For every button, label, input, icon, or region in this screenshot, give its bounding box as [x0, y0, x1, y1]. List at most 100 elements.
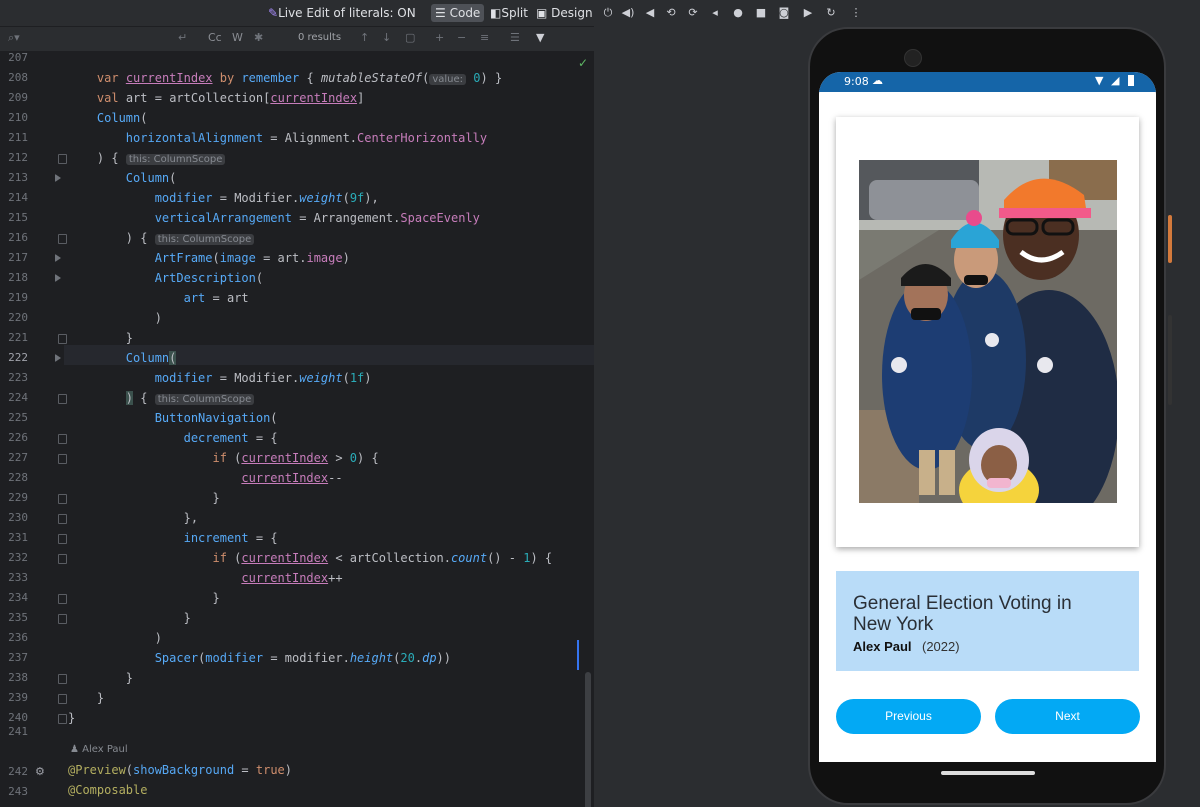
volume-up-icon[interactable]: ◀)	[620, 5, 636, 21]
next-button[interactable]: Next	[995, 699, 1140, 734]
fold-marker-icon[interactable]	[58, 694, 67, 704]
filter-icon[interactable]: ▼	[536, 31, 544, 44]
code-line-237: Spacer(modifier = modifier.height(20.dp)…	[154, 651, 451, 665]
code-line-219: art = art	[183, 291, 249, 305]
regex-newline-icon[interactable]: ↵	[178, 31, 187, 44]
home-icon[interactable]: ●	[730, 5, 746, 21]
add-selection-icon[interactable]: +	[435, 31, 444, 44]
fold-marker-icon[interactable]	[58, 234, 67, 244]
line-number: 208	[8, 71, 28, 84]
code-line-212: ) { this: ColumnScope	[68, 148, 226, 168]
match-case-toggle[interactable]: Cc	[208, 31, 222, 44]
code-view-button[interactable]: ☰ Code	[431, 4, 485, 22]
fold-marker-icon[interactable]	[58, 534, 67, 544]
art-year: (2022)	[922, 639, 960, 654]
select-all-icon[interactable]: ▢	[405, 31, 415, 44]
back-icon[interactable]: ◂	[707, 5, 723, 21]
home-indicator[interactable]	[941, 771, 1035, 775]
filter-options-icon[interactable]: ☰	[510, 31, 520, 44]
code-line-227: if (currentIndex > 0) {	[212, 451, 379, 465]
code-line-226: decrement = {	[183, 431, 278, 445]
code-line-221: }	[125, 331, 134, 345]
split-view-button[interactable]: ◧Split	[486, 4, 532, 22]
fold-marker-icon[interactable]	[58, 614, 67, 624]
fold-marker-icon[interactable]	[55, 354, 61, 362]
code-line-208: var currentIndex by remember { mutableSt…	[96, 71, 503, 85]
live-edit-icon: ✎	[268, 6, 279, 20]
line-number: 237	[8, 651, 28, 664]
previous-button[interactable]: Previous	[836, 699, 981, 734]
device-screen[interactable]: 9:08 ☁ ▼ ◢ General Election Voting in Ne…	[819, 72, 1156, 762]
code-line-236: )	[68, 631, 162, 645]
design-view-button[interactable]: ▣ Design	[532, 4, 597, 22]
top-toolbar: ✎Live Edit of literals: ON ☰ Code ◧Split…	[0, 0, 1200, 27]
line-number: 222	[8, 351, 28, 364]
rotate-right-icon[interactable]: ⟳	[685, 5, 701, 21]
line-number: 215	[8, 211, 28, 224]
line-number: 219	[8, 291, 28, 304]
code-line-238: }	[125, 671, 134, 685]
line-number: 236	[8, 631, 28, 644]
cloud-icon: ☁	[872, 74, 883, 87]
code-editor[interactable]: 207 208 209 210 211 212 213 214 215 216 217 218 219 2…	[0, 52, 594, 807]
status-bar: 9:08 ☁ ▼ ◢	[819, 72, 1156, 92]
fold-marker-icon[interactable]	[58, 454, 67, 464]
code-line-211: horizontalAlignment = Alignment.CenterHo…	[125, 131, 488, 145]
fold-marker-icon[interactable]	[58, 334, 67, 344]
volume-down-icon[interactable]: ◀	[642, 5, 658, 21]
editor-scrollbar[interactable]	[585, 672, 591, 807]
fold-marker-icon[interactable]	[58, 394, 67, 404]
overview-icon[interactable]: ■	[753, 5, 769, 21]
phone-volume-key[interactable]	[1168, 315, 1172, 405]
family-voting-photo	[859, 160, 1117, 503]
code-line-233: currentIndex++	[241, 571, 343, 585]
remove-selection-icon[interactable]: −	[457, 31, 466, 44]
regex-icon[interactable]: ✱	[254, 31, 263, 44]
fold-marker-icon[interactable]	[58, 434, 67, 444]
line-number: 217	[8, 251, 28, 264]
fold-marker-icon[interactable]	[58, 714, 67, 724]
preview-settings-gear-icon[interactable]: ⚙	[35, 765, 45, 778]
whole-word-toggle[interactable]: W	[232, 31, 243, 44]
line-number: 232	[8, 551, 28, 564]
code-line-214: modifier = Modifier.weight(9f),	[154, 191, 379, 205]
snapshot-icon[interactable]: ↻	[823, 5, 839, 21]
fold-marker-icon[interactable]	[58, 154, 67, 164]
fold-marker-icon[interactable]	[58, 674, 67, 684]
fold-marker-icon[interactable]	[55, 274, 61, 282]
rotate-left-icon[interactable]: ⟲	[663, 5, 679, 21]
line-number: 221	[8, 331, 28, 344]
screenshot-icon[interactable]: ◙	[776, 5, 792, 21]
code-line-234: }	[212, 591, 220, 605]
code-line-239: }	[96, 691, 105, 705]
fold-marker-icon[interactable]	[58, 554, 67, 564]
live-edit-toggle[interactable]: ✎Live Edit of literals: ON	[268, 4, 416, 22]
fold-marker-icon[interactable]	[55, 254, 61, 262]
line-number: 238	[8, 671, 28, 684]
fold-marker-icon[interactable]	[55, 174, 61, 182]
previous-occurrence-icon[interactable]: ↑	[360, 31, 369, 44]
line-number: 230	[8, 511, 28, 524]
search-icon[interactable]: ⌕▾	[8, 31, 20, 45]
more-options-icon[interactable]: ⋮	[848, 5, 864, 21]
fold-marker-icon[interactable]	[58, 494, 67, 504]
screen-record-icon[interactable]: ▶	[800, 5, 816, 21]
toggle-selection-icon[interactable]: ≡	[480, 31, 489, 44]
editor-gutter: 207 208 209 210 211 212 213 214 215 216 217 218 219 2…	[0, 52, 67, 807]
status-time: 9:08	[844, 75, 869, 88]
line-number: 229	[8, 491, 28, 504]
next-occurrence-icon[interactable]: ↓	[382, 31, 391, 44]
fold-marker-icon[interactable]	[58, 514, 67, 524]
phone-power-key[interactable]	[1168, 215, 1172, 263]
find-bar: ⌕▾ ↵ Cc W ✱ 0 results ↑ ↓ ▢ + − ≡ ☰ ▼	[0, 27, 594, 52]
fold-marker-icon[interactable]	[58, 594, 67, 604]
line-number: 240	[8, 711, 28, 724]
code-line-229: }	[212, 491, 220, 505]
code-line-223: modifier = Modifier.weight(1f)	[154, 371, 372, 385]
cell-signal-icon: ◢	[1111, 74, 1120, 87]
line-number: 235	[8, 611, 28, 624]
code-line-232: if (currentIndex < artCollection.count()…	[212, 551, 553, 565]
front-camera	[904, 49, 922, 67]
line-number: 234	[8, 591, 28, 604]
power-icon[interactable]: ⏻	[600, 5, 616, 21]
